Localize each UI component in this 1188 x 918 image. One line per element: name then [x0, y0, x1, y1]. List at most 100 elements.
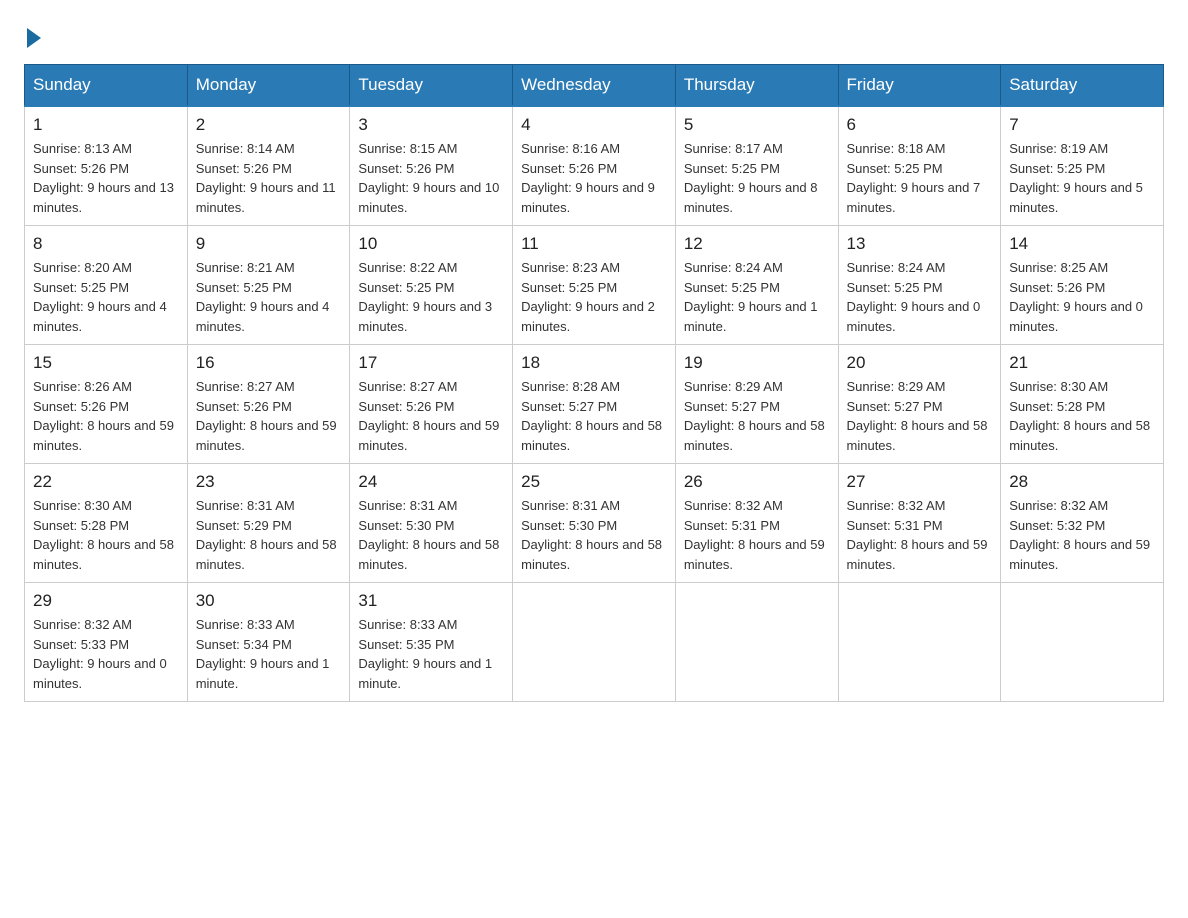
calendar-day-cell — [675, 583, 838, 702]
day-number: 15 — [33, 353, 179, 373]
page-header — [24, 24, 1164, 44]
calendar-day-cell: 11 Sunrise: 8:23 AMSunset: 5:25 PMDaylig… — [513, 226, 676, 345]
day-info: Sunrise: 8:19 AMSunset: 5:25 PMDaylight:… — [1009, 139, 1155, 217]
day-number: 6 — [847, 115, 993, 135]
calendar-day-cell: 8 Sunrise: 8:20 AMSunset: 5:25 PMDayligh… — [25, 226, 188, 345]
day-number: 12 — [684, 234, 830, 254]
calendar-day-cell: 9 Sunrise: 8:21 AMSunset: 5:25 PMDayligh… — [187, 226, 350, 345]
calendar-day-cell: 24 Sunrise: 8:31 AMSunset: 5:30 PMDaylig… — [350, 464, 513, 583]
day-info: Sunrise: 8:27 AMSunset: 5:26 PMDaylight:… — [358, 377, 504, 455]
day-info: Sunrise: 8:18 AMSunset: 5:25 PMDaylight:… — [847, 139, 993, 217]
calendar-day-cell: 19 Sunrise: 8:29 AMSunset: 5:27 PMDaylig… — [675, 345, 838, 464]
day-info: Sunrise: 8:24 AMSunset: 5:25 PMDaylight:… — [684, 258, 830, 336]
calendar-day-cell: 13 Sunrise: 8:24 AMSunset: 5:25 PMDaylig… — [838, 226, 1001, 345]
day-number: 29 — [33, 591, 179, 611]
calendar-day-cell: 18 Sunrise: 8:28 AMSunset: 5:27 PMDaylig… — [513, 345, 676, 464]
day-number: 23 — [196, 472, 342, 492]
day-number: 26 — [684, 472, 830, 492]
day-info: Sunrise: 8:14 AMSunset: 5:26 PMDaylight:… — [196, 139, 342, 217]
calendar-day-cell — [1001, 583, 1164, 702]
day-info: Sunrise: 8:13 AMSunset: 5:26 PMDaylight:… — [33, 139, 179, 217]
calendar-day-cell: 16 Sunrise: 8:27 AMSunset: 5:26 PMDaylig… — [187, 345, 350, 464]
day-number: 11 — [521, 234, 667, 254]
calendar-day-cell: 6 Sunrise: 8:18 AMSunset: 5:25 PMDayligh… — [838, 106, 1001, 226]
day-info: Sunrise: 8:32 AMSunset: 5:32 PMDaylight:… — [1009, 496, 1155, 574]
calendar-day-cell — [838, 583, 1001, 702]
day-of-week-header: Friday — [838, 65, 1001, 107]
day-info: Sunrise: 8:33 AMSunset: 5:34 PMDaylight:… — [196, 615, 342, 693]
calendar-day-cell: 28 Sunrise: 8:32 AMSunset: 5:32 PMDaylig… — [1001, 464, 1164, 583]
calendar-day-cell: 23 Sunrise: 8:31 AMSunset: 5:29 PMDaylig… — [187, 464, 350, 583]
day-info: Sunrise: 8:20 AMSunset: 5:25 PMDaylight:… — [33, 258, 179, 336]
day-number: 27 — [847, 472, 993, 492]
calendar-week-row: 22 Sunrise: 8:30 AMSunset: 5:28 PMDaylig… — [25, 464, 1164, 583]
day-info: Sunrise: 8:32 AMSunset: 5:33 PMDaylight:… — [33, 615, 179, 693]
calendar-day-cell: 30 Sunrise: 8:33 AMSunset: 5:34 PMDaylig… — [187, 583, 350, 702]
day-info: Sunrise: 8:17 AMSunset: 5:25 PMDaylight:… — [684, 139, 830, 217]
calendar-day-cell: 2 Sunrise: 8:14 AMSunset: 5:26 PMDayligh… — [187, 106, 350, 226]
day-of-week-header: Monday — [187, 65, 350, 107]
day-number: 2 — [196, 115, 342, 135]
calendar-week-row: 1 Sunrise: 8:13 AMSunset: 5:26 PMDayligh… — [25, 106, 1164, 226]
day-info: Sunrise: 8:29 AMSunset: 5:27 PMDaylight:… — [684, 377, 830, 455]
calendar-day-cell: 21 Sunrise: 8:30 AMSunset: 5:28 PMDaylig… — [1001, 345, 1164, 464]
calendar-day-cell: 29 Sunrise: 8:32 AMSunset: 5:33 PMDaylig… — [25, 583, 188, 702]
day-number: 14 — [1009, 234, 1155, 254]
day-info: Sunrise: 8:15 AMSunset: 5:26 PMDaylight:… — [358, 139, 504, 217]
day-info: Sunrise: 8:31 AMSunset: 5:30 PMDaylight:… — [358, 496, 504, 574]
day-number: 10 — [358, 234, 504, 254]
calendar-week-row: 8 Sunrise: 8:20 AMSunset: 5:25 PMDayligh… — [25, 226, 1164, 345]
logo-arrow-icon — [27, 28, 41, 48]
calendar-week-row: 29 Sunrise: 8:32 AMSunset: 5:33 PMDaylig… — [25, 583, 1164, 702]
day-number: 1 — [33, 115, 179, 135]
calendar-day-cell: 25 Sunrise: 8:31 AMSunset: 5:30 PMDaylig… — [513, 464, 676, 583]
calendar-week-row: 15 Sunrise: 8:26 AMSunset: 5:26 PMDaylig… — [25, 345, 1164, 464]
day-number: 9 — [196, 234, 342, 254]
calendar-day-cell: 27 Sunrise: 8:32 AMSunset: 5:31 PMDaylig… — [838, 464, 1001, 583]
day-info: Sunrise: 8:24 AMSunset: 5:25 PMDaylight:… — [847, 258, 993, 336]
day-info: Sunrise: 8:26 AMSunset: 5:26 PMDaylight:… — [33, 377, 179, 455]
day-number: 13 — [847, 234, 993, 254]
day-number: 8 — [33, 234, 179, 254]
day-of-week-header: Saturday — [1001, 65, 1164, 107]
day-info: Sunrise: 8:33 AMSunset: 5:35 PMDaylight:… — [358, 615, 504, 693]
logo — [24, 24, 41, 44]
calendar-day-cell: 22 Sunrise: 8:30 AMSunset: 5:28 PMDaylig… — [25, 464, 188, 583]
calendar-header-row: SundayMondayTuesdayWednesdayThursdayFrid… — [25, 65, 1164, 107]
calendar-day-cell: 12 Sunrise: 8:24 AMSunset: 5:25 PMDaylig… — [675, 226, 838, 345]
day-number: 20 — [847, 353, 993, 373]
calendar-day-cell: 26 Sunrise: 8:32 AMSunset: 5:31 PMDaylig… — [675, 464, 838, 583]
day-info: Sunrise: 8:21 AMSunset: 5:25 PMDaylight:… — [196, 258, 342, 336]
calendar-day-cell: 3 Sunrise: 8:15 AMSunset: 5:26 PMDayligh… — [350, 106, 513, 226]
day-info: Sunrise: 8:32 AMSunset: 5:31 PMDaylight:… — [847, 496, 993, 574]
day-of-week-header: Wednesday — [513, 65, 676, 107]
day-info: Sunrise: 8:31 AMSunset: 5:30 PMDaylight:… — [521, 496, 667, 574]
day-number: 22 — [33, 472, 179, 492]
day-number: 18 — [521, 353, 667, 373]
day-info: Sunrise: 8:31 AMSunset: 5:29 PMDaylight:… — [196, 496, 342, 574]
day-number: 5 — [684, 115, 830, 135]
calendar-day-cell: 31 Sunrise: 8:33 AMSunset: 5:35 PMDaylig… — [350, 583, 513, 702]
day-info: Sunrise: 8:30 AMSunset: 5:28 PMDaylight:… — [33, 496, 179, 574]
day-number: 24 — [358, 472, 504, 492]
day-number: 7 — [1009, 115, 1155, 135]
day-number: 19 — [684, 353, 830, 373]
day-info: Sunrise: 8:30 AMSunset: 5:28 PMDaylight:… — [1009, 377, 1155, 455]
day-number: 4 — [521, 115, 667, 135]
day-number: 16 — [196, 353, 342, 373]
calendar-day-cell: 1 Sunrise: 8:13 AMSunset: 5:26 PMDayligh… — [25, 106, 188, 226]
day-number: 21 — [1009, 353, 1155, 373]
day-number: 28 — [1009, 472, 1155, 492]
calendar-day-cell: 15 Sunrise: 8:26 AMSunset: 5:26 PMDaylig… — [25, 345, 188, 464]
day-info: Sunrise: 8:25 AMSunset: 5:26 PMDaylight:… — [1009, 258, 1155, 336]
day-number: 30 — [196, 591, 342, 611]
day-of-week-header: Thursday — [675, 65, 838, 107]
calendar-table: SundayMondayTuesdayWednesdayThursdayFrid… — [24, 64, 1164, 702]
calendar-day-cell: 10 Sunrise: 8:22 AMSunset: 5:25 PMDaylig… — [350, 226, 513, 345]
day-number: 31 — [358, 591, 504, 611]
calendar-day-cell: 4 Sunrise: 8:16 AMSunset: 5:26 PMDayligh… — [513, 106, 676, 226]
calendar-day-cell: 14 Sunrise: 8:25 AMSunset: 5:26 PMDaylig… — [1001, 226, 1164, 345]
day-of-week-header: Tuesday — [350, 65, 513, 107]
day-info: Sunrise: 8:29 AMSunset: 5:27 PMDaylight:… — [847, 377, 993, 455]
calendar-day-cell: 17 Sunrise: 8:27 AMSunset: 5:26 PMDaylig… — [350, 345, 513, 464]
